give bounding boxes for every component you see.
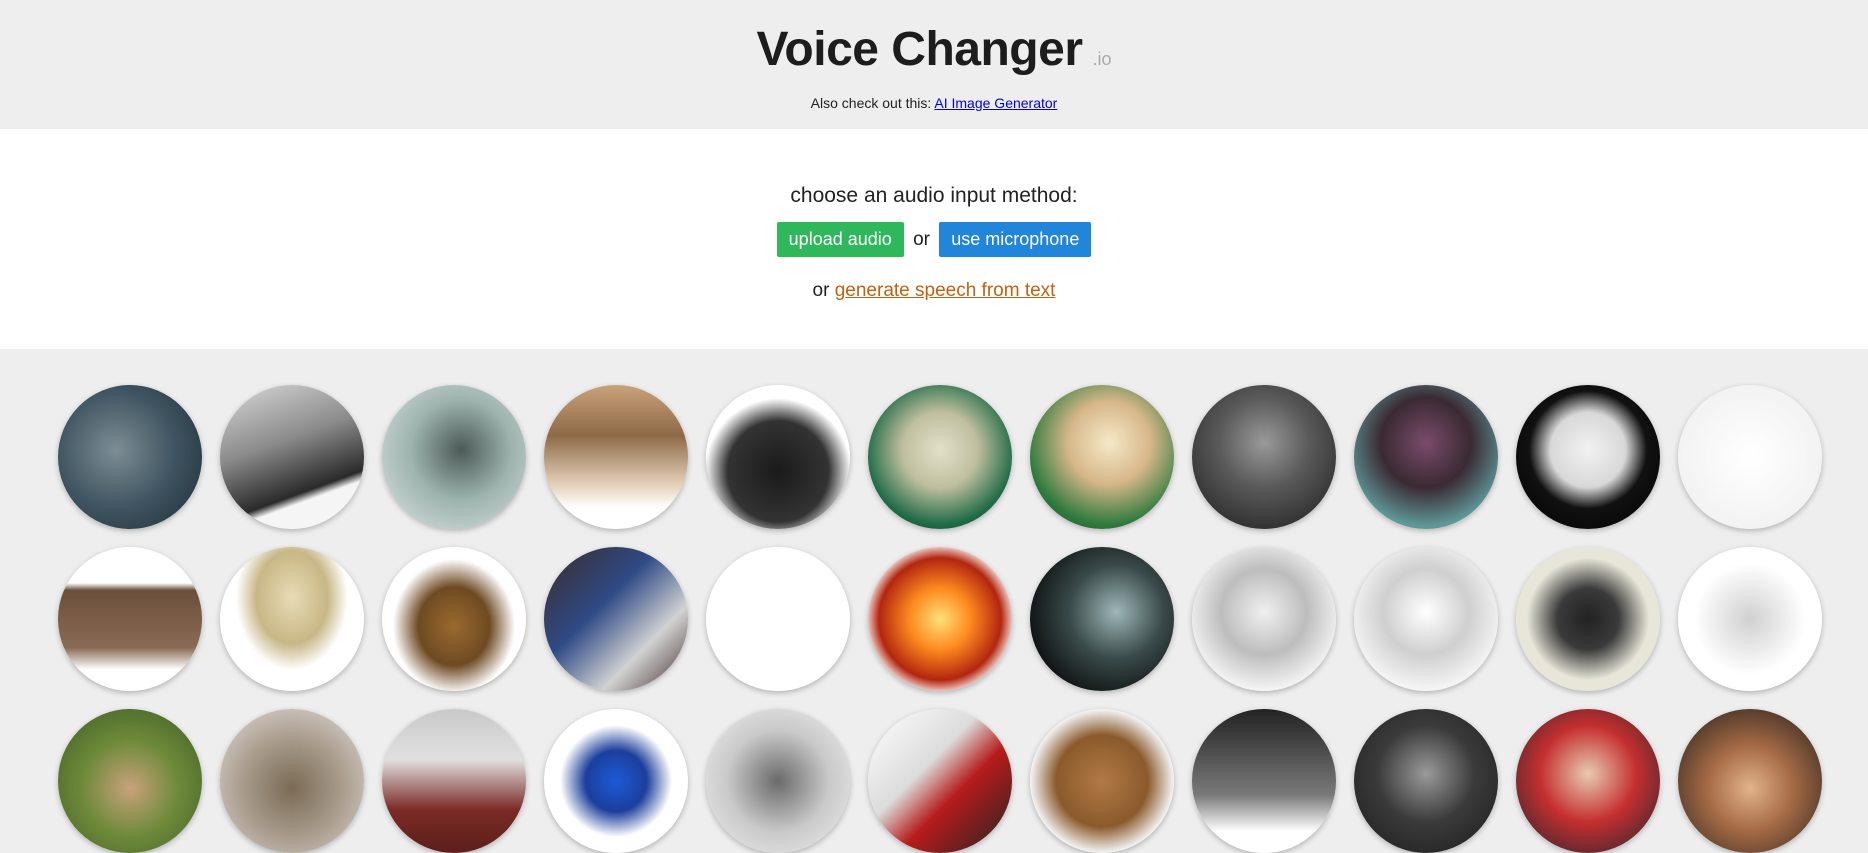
robot-walker-icon[interactable] [1354, 547, 1498, 691]
promo-text: Also check out this: [810, 95, 935, 111]
ai-image-generator-link[interactable]: AI Image Generator [934, 95, 1057, 111]
pedal-icon[interactable] [544, 547, 688, 691]
sonic-icon[interactable] [544, 709, 688, 853]
cave-icon[interactable] [1030, 547, 1174, 691]
site-title[interactable]: Voice Changer [756, 23, 1083, 76]
meme-face-icon[interactable] [1678, 709, 1822, 853]
generate-speech-link[interactable]: generate speech from text [835, 280, 1056, 301]
cards-icon[interactable] [868, 709, 1012, 853]
input-method-prompt: choose an audio input method: [790, 184, 1078, 207]
header: Voice Changer .io Also check out this: AI… [0, 0, 1868, 129]
speaker-icon[interactable] [1030, 709, 1174, 853]
use-microphone-button[interactable]: use microphone [939, 222, 1092, 257]
tortoise-icon[interactable] [220, 709, 364, 853]
toy-robot-icon[interactable] [1516, 547, 1660, 691]
or-separator-2: or [812, 280, 830, 301]
robot-eye-icon[interactable] [1192, 547, 1336, 691]
robot-bug-icon[interactable] [1354, 385, 1498, 529]
title-wrap: Voice Changer .io [0, 22, 1868, 77]
voice-grid [0, 349, 1868, 853]
soldier-icon[interactable] [1516, 709, 1660, 853]
radio-icon[interactable] [58, 547, 202, 691]
cymbal-icon[interactable] [220, 547, 364, 691]
ghost-icon[interactable] [382, 385, 526, 529]
input-buttons: upload audio or use microphone [0, 222, 1868, 257]
or-separator: or [913, 228, 930, 250]
monster-icon[interactable] [58, 385, 202, 529]
mask-icon[interactable] [1516, 385, 1660, 529]
site-title-suffix: .io [1092, 49, 1112, 69]
upload-audio-button[interactable]: upload audio [776, 222, 904, 257]
walkie-talkie-icon[interactable] [706, 709, 850, 853]
lego-robot-icon[interactable] [1678, 547, 1822, 691]
phonograph-icon[interactable] [1192, 709, 1336, 853]
tts-row: or generate speech from text [0, 280, 1868, 302]
snail-icon[interactable] [58, 709, 202, 853]
alien-icon[interactable] [868, 385, 1012, 529]
megaphone-icon[interactable] [220, 385, 364, 529]
dark-knight-icon[interactable] [1354, 709, 1498, 853]
telephone-icon[interactable] [706, 385, 850, 529]
dalek-icon[interactable] [382, 547, 526, 691]
church-icon[interactable] [544, 385, 688, 529]
promo-line: Also check out this: AI Image Generator [0, 95, 1868, 111]
grey-alien-icon[interactable] [1192, 385, 1336, 529]
audio-input-panel: choose an audio input method: upload aud… [0, 129, 1868, 349]
fire-demon-icon[interactable] [868, 547, 1012, 691]
reverse-clock-icon[interactable] [1678, 385, 1822, 529]
runner-icon[interactable] [382, 709, 526, 853]
melting-clock-icon[interactable] [1030, 385, 1174, 529]
sine-wave-icon[interactable] [706, 547, 850, 691]
